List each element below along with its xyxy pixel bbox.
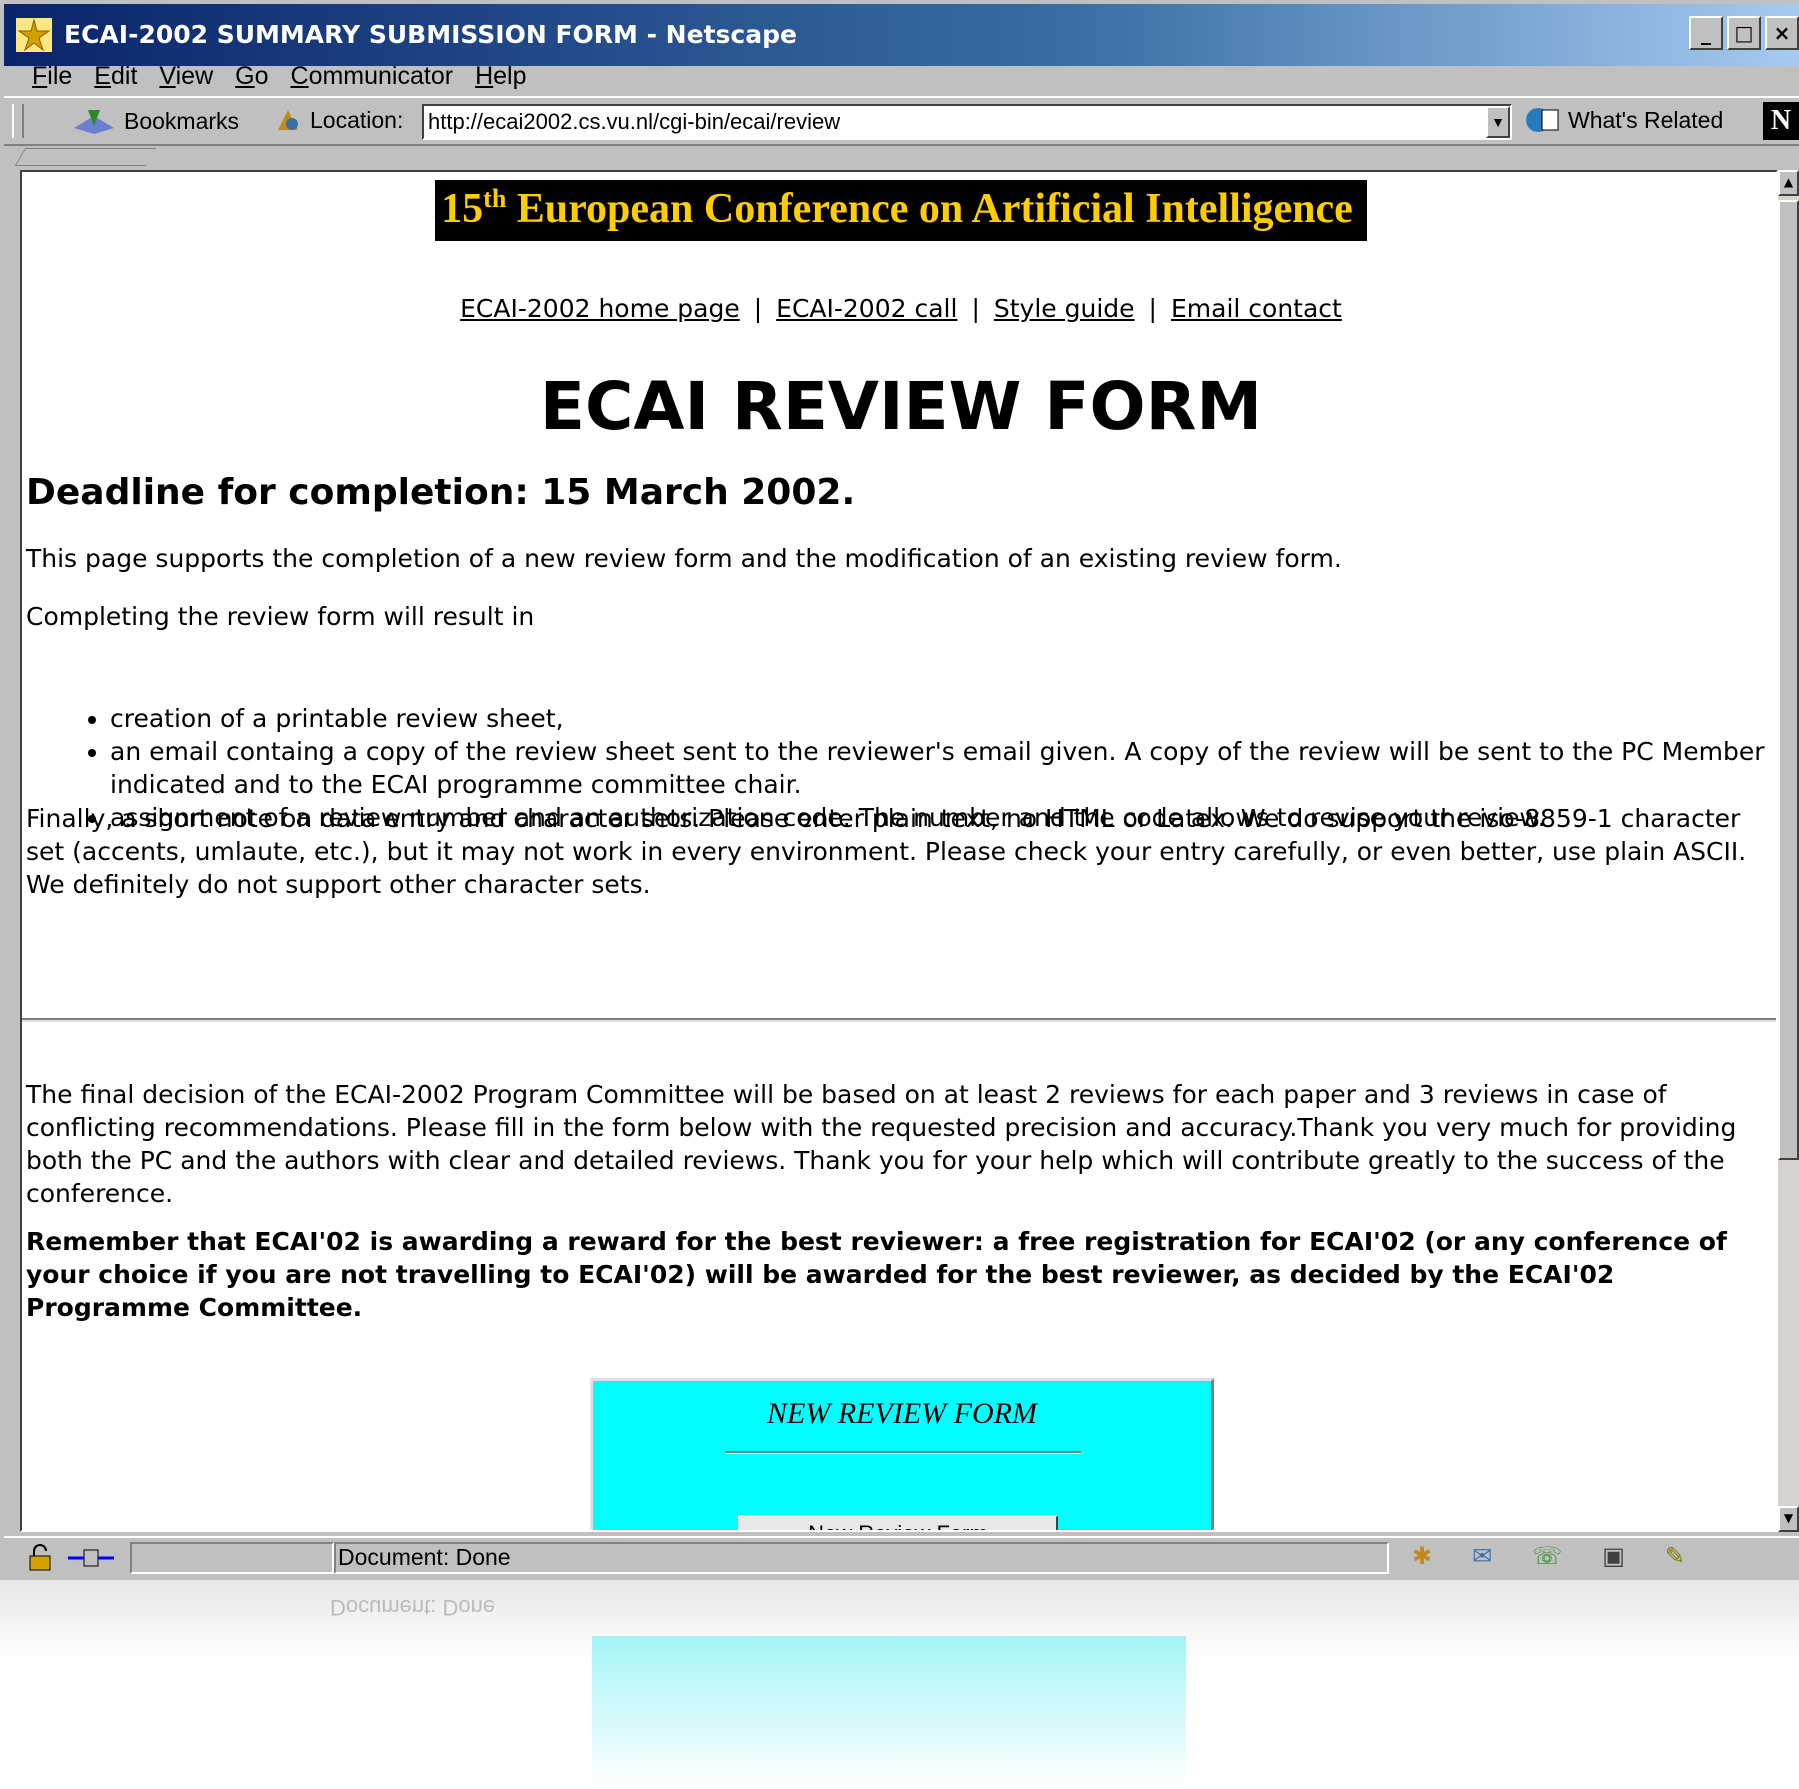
decision-note: The final decision of the ECAI-2002 Prog… (26, 1080, 1737, 1208)
status-bar: Document: Done ✱ ✉ ☏ ▣ ✎ (4, 1536, 1799, 1578)
netscape-logo[interactable]: N (1763, 102, 1799, 140)
page-content: 15th European Conference on Artificial I… (20, 170, 1778, 1532)
bookmarks-button[interactable]: Bookmarks (72, 106, 239, 136)
url-input[interactable]: http://ecai2002.cs.vu.nl/cgi-bin/ecai/re… (422, 104, 1512, 140)
link-email-contact[interactable]: Email contact (1171, 294, 1342, 323)
toolbar-tab[interactable] (14, 148, 157, 166)
banner-number: 15 (441, 186, 484, 232)
link-home-page[interactable]: ECAI-2002 home page (460, 294, 740, 323)
whats-related-label: What's Related (1568, 106, 1724, 133)
minimize-button[interactable]: _ (1689, 16, 1723, 50)
status-text: Document: Done (338, 1544, 511, 1570)
location-icon (278, 110, 298, 130)
menu-help[interactable]: Help (475, 62, 526, 91)
menu-communicator[interactable]: Communicator (291, 62, 454, 91)
scroll-down-icon[interactable]: ▼ (1778, 1506, 1799, 1532)
navigator-icon[interactable]: ✱ (1412, 1542, 1432, 1571)
new-form-divider (725, 1451, 1081, 1454)
link-style-guide[interactable]: Style guide (994, 294, 1135, 323)
location-toolbar: Bookmarks Location: http://ecai2002.cs.v… (4, 96, 1799, 146)
page-title: ECAI REVIEW FORM (539, 368, 1263, 445)
nav-links: ECAI-2002 home page | ECAI-2002 call | Style… (22, 294, 1776, 323)
whats-related-button[interactable]: What's Related (1524, 104, 1723, 136)
new-review-form-button[interactable]: New Review Form (738, 1515, 1058, 1530)
toolbar-grip[interactable] (12, 104, 24, 138)
reflection-status-text: Document: Done (330, 1595, 496, 1620)
nav-separator: | (971, 294, 980, 323)
reflection-form-box (592, 1636, 1186, 1789)
menu-edit[interactable]: Edit (94, 62, 137, 91)
security-lock-icon[interactable] (26, 1544, 56, 1572)
progress-cell (130, 1542, 334, 1574)
mail-icon[interactable]: ✉ (1472, 1542, 1492, 1571)
banner-suffix: th (483, 184, 507, 213)
charset-note: Finally, a short note on data entry and … (26, 804, 1747, 899)
whats-related-icon (1526, 108, 1559, 132)
edit-icon[interactable]: ✎ (1665, 1542, 1685, 1571)
url-dropdown-icon[interactable]: ▼ (1486, 106, 1510, 138)
scroll-thumb[interactable] (1778, 200, 1799, 1160)
scroll-up-icon[interactable]: ▲ (1778, 170, 1799, 196)
window-reflection: Document: Done (0, 1580, 1799, 1789)
menu-bar: File Edit View Go Communicator Help (4, 56, 1799, 96)
location-text: Location: (310, 106, 404, 133)
new-review-form-box: NEW REVIEW FORM New Review Form (590, 1378, 1214, 1530)
menu-file[interactable]: File (32, 62, 72, 91)
maximize-button[interactable]: □ (1727, 16, 1761, 50)
intro-text: This page supports the completion of a n… (26, 544, 1342, 573)
nav-separator: | (753, 294, 763, 323)
reward-note: Remember that ECAI'02 is awarding a rewa… (26, 1227, 1727, 1322)
new-form-title: NEW REVIEW FORM (767, 1397, 1037, 1430)
netscape-app-icon (16, 18, 52, 52)
result-intro-text: Completing the review form will result i… (26, 602, 535, 631)
list-item: creation of a printable review sheet, (110, 702, 1776, 735)
link-call[interactable]: ECAI-2002 call (776, 294, 957, 323)
list-item: an email containg a copy of the review s… (110, 735, 1776, 801)
nav-separator: | (1148, 294, 1157, 323)
menu-go[interactable]: Go (235, 62, 268, 91)
window-title: ECAI-2002 SUMMARY SUBMISSION FORM - Nets… (64, 20, 797, 49)
discussions-icon[interactable]: ☏ (1532, 1542, 1562, 1571)
location-label: Location: (274, 106, 403, 134)
divider (22, 1018, 1776, 1022)
bookmarks-label: Bookmarks (124, 107, 240, 134)
component-bar: ✱ ✉ ☏ ▣ ✎ (1412, 1542, 1685, 1571)
connection-icon (68, 1549, 114, 1567)
conference-banner: 15th European Conference on Artificial I… (435, 180, 1367, 241)
menu-view[interactable]: View (159, 62, 213, 91)
browser-window: ECAI-2002 SUMMARY SUBMISSION FORM - Nets… (0, 0, 1799, 1580)
bookmarks-icon (74, 110, 114, 134)
vertical-scrollbar[interactable]: ▲ ▼ (1778, 170, 1799, 1532)
deadline-heading: Deadline for completion: 15 March 2002. (26, 472, 856, 513)
close-button[interactable]: × (1765, 16, 1799, 50)
composer-icon[interactable]: ▣ (1602, 1542, 1625, 1571)
banner-text: European Conference on Artificial Intell… (506, 186, 1353, 232)
